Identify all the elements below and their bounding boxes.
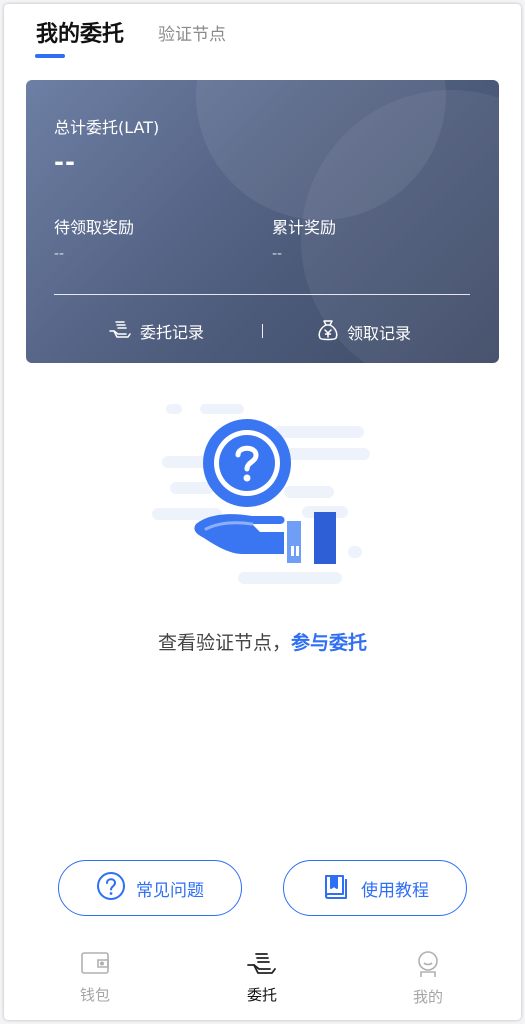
nav-delegate-label: 委托	[246, 986, 277, 1004]
empty-state-illustration	[134, 396, 384, 596]
bottom-navigation: 钱包 委托 我的	[4, 944, 521, 1020]
nav-me[interactable]: 我的	[383, 950, 473, 1007]
faq-label: 常见问题	[136, 880, 204, 901]
tab-my-delegations[interactable]: 我的委托	[36, 16, 124, 48]
nav-me-label: 我的	[412, 988, 443, 1006]
pending-reward-value: --	[54, 246, 65, 262]
pending-reward-label: 待领取奖励	[54, 218, 135, 237]
user-icon	[414, 950, 442, 982]
accumulated-reward-label: 累计奖励	[272, 218, 337, 237]
wallet-icon	[80, 950, 110, 980]
book-icon	[321, 871, 351, 906]
app-screen: 我的委托 验证节点 总计委托(LAT) -- 待领取奖励 -- 累计奖励 -- …	[4, 4, 521, 1020]
hand-coins-icon	[108, 318, 132, 344]
prompt-text: 查看验证节点，	[157, 632, 291, 654]
faq-button[interactable]: 常见问题	[58, 860, 242, 916]
nav-wallet-label: 钱包	[79, 986, 110, 1004]
total-delegation-label: 总计委托(LAT)	[54, 118, 160, 137]
tutorial-label: 使用教程	[361, 880, 429, 901]
delegate-record-label: 委托记录	[140, 323, 205, 342]
hand-coins-icon	[246, 950, 278, 980]
question-circle-icon	[96, 871, 126, 906]
delegation-summary-card: 总计委托(LAT) -- 待领取奖励 -- 累计奖励 -- 委托记录 领取记录	[26, 80, 499, 363]
delegate-record-link[interactable]: 委托记录	[108, 318, 204, 344]
nav-wallet[interactable]: 钱包	[50, 950, 140, 1005]
link-separator	[262, 324, 263, 338]
active-tab-indicator	[35, 54, 65, 58]
claim-record-label: 领取记录	[347, 324, 412, 343]
tutorial-button[interactable]: 使用教程	[283, 860, 467, 916]
top-tabs: 我的委托 验证节点	[4, 4, 521, 74]
claim-record-link[interactable]: 领取记录	[317, 318, 411, 346]
nav-delegate[interactable]: 委托	[217, 950, 307, 1005]
empty-state-prompt: 查看验证节点，参与委托	[4, 628, 521, 655]
total-delegation-value: --	[54, 148, 76, 176]
money-bag-icon	[317, 318, 339, 346]
join-delegation-link[interactable]: 参与委托	[291, 632, 367, 654]
card-divider	[54, 294, 470, 295]
tab-validator-nodes[interactable]: 验证节点	[158, 20, 226, 45]
accumulated-reward-value: --	[272, 246, 283, 262]
